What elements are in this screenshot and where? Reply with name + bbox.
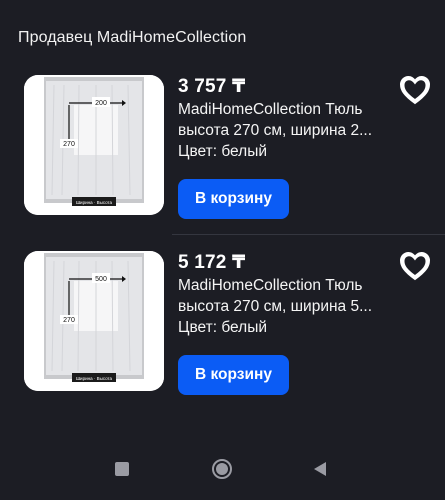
- image-height-label: 270: [63, 317, 75, 324]
- system-navigation-bar: [0, 445, 445, 500]
- image-height-label: 270: [63, 141, 75, 148]
- product-title-line-2: высота 270 см, ширина 2...: [178, 122, 373, 139]
- image-width-label: 200: [95, 100, 107, 107]
- recent-apps-icon[interactable]: [115, 462, 129, 476]
- product-title-line-1: MadiHomeCollection Тюль: [178, 277, 363, 294]
- back-icon[interactable]: [311, 460, 329, 478]
- image-caption: Ширина · Высота: [76, 200, 113, 205]
- product-color: Цвет: белый: [178, 143, 267, 160]
- product-title-line-2: высота 270 см, ширина 5...: [178, 298, 373, 315]
- product-price: 3 757 ₸: [178, 76, 246, 97]
- product-title[interactable]: MadiHomeCollection Тюль высота 270 см, ш…: [178, 275, 398, 317]
- product-price: 5 172 ₸: [178, 252, 246, 273]
- favorite-heart-icon[interactable]: [398, 250, 432, 282]
- screen: Продавец MadiHomeCollection 200 270 Шири…: [0, 0, 445, 500]
- product-title[interactable]: MadiHomeCollection Тюль высота 270 см, ш…: [178, 99, 398, 141]
- favorite-heart-icon[interactable]: [398, 74, 432, 106]
- product-card[interactable]: 200 270 Ширина · Высота 3 757 ₸ MadiHome…: [0, 72, 445, 232]
- home-icon[interactable]: [211, 458, 233, 480]
- product-image[interactable]: 500 270 Ширина · Высота: [24, 251, 164, 391]
- seller-title: Продавец MadiHomeCollection: [18, 29, 247, 46]
- product-image[interactable]: 200 270 Ширина · Высота: [24, 75, 164, 215]
- add-to-cart-button[interactable]: В корзину: [178, 179, 289, 219]
- product-title-line-1: MadiHomeCollection Тюль: [178, 101, 363, 118]
- divider: [172, 234, 445, 235]
- product-color: Цвет: белый: [178, 319, 267, 336]
- product-card[interactable]: 500 270 Ширина · Высота 5 172 ₸ MadiHome…: [0, 248, 445, 408]
- image-width-label: 500: [95, 276, 107, 283]
- image-caption: Ширина · Высота: [76, 376, 113, 381]
- add-to-cart-button[interactable]: В корзину: [178, 355, 289, 395]
